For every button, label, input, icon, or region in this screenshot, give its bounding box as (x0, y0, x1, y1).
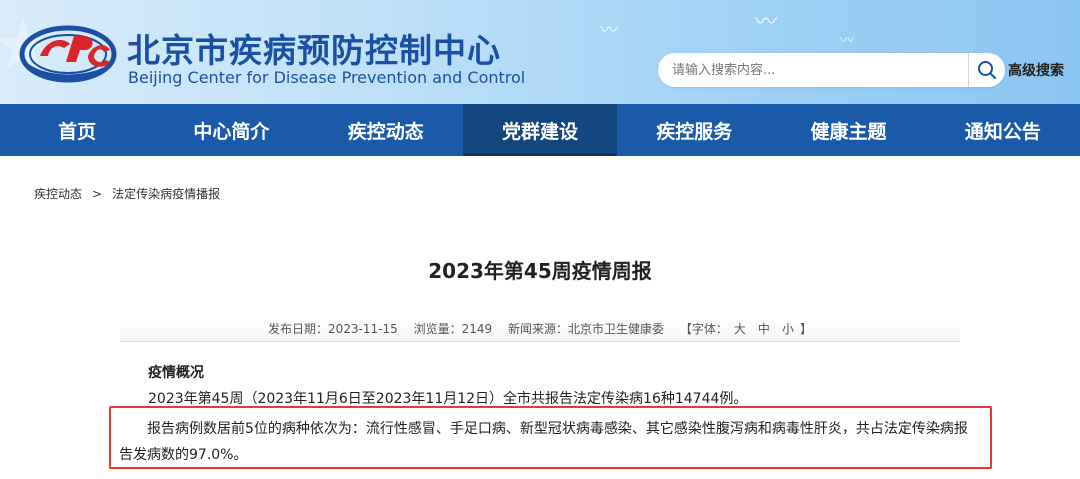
section-heading: 疫情概况 (148, 365, 204, 381)
breadcrumb-separator: > (92, 187, 103, 201)
font-size-small[interactable]: 小 (782, 322, 794, 336)
nav-item-party-building[interactable]: 党群建设 (462, 104, 618, 156)
search-button[interactable] (968, 53, 1004, 87)
nav-item-about[interactable]: 中心简介 (154, 104, 308, 156)
breadcrumb-item-disease-report[interactable]: 法定传染病疫情播报 (112, 187, 220, 201)
cdc-logo-icon[interactable] (18, 22, 118, 86)
decorative-bird-icon: 〰 (755, 10, 778, 35)
news-source-label: 新闻来源： (508, 322, 569, 336)
publish-date-label: 发布日期： (268, 322, 329, 336)
decorative-bird-icon: 〰 (600, 20, 618, 41)
view-count-value: 2149 (461, 322, 493, 336)
font-size-label-close: 】 (799, 322, 812, 336)
publish-date-value: 2023-11-15 (328, 322, 398, 336)
font-size-switcher: 【字体： 大中小】 (680, 322, 812, 336)
font-size-label-open: 【字体： (679, 322, 728, 336)
search-box (658, 53, 1005, 87)
search-input[interactable] (672, 59, 962, 81)
news-source-value: 北京市卫生健康委 (568, 322, 665, 336)
view-count: 浏览量：2149 (414, 322, 493, 336)
site-header: ★ 〰 〰 〰 北京市疾病预防控制中心 Beijing Center for D… (0, 0, 1080, 104)
view-count-label: 浏览量： (413, 322, 462, 336)
article-paragraph: 2023年第45周（2023年11月6日至2023年11月12日）全市共报告法定… (148, 391, 748, 407)
search-icon (977, 61, 996, 79)
publish-date: 发布日期：2023-11-15 (268, 322, 398, 336)
nav-item-cdc-news[interactable]: 疾控动态 (309, 104, 463, 156)
site-title-chinese[interactable]: 北京市疾病预防控制中心 (127, 24, 501, 72)
nav-item-health-topics[interactable]: 健康主题 (771, 104, 925, 156)
font-size-large[interactable]: 大 (734, 322, 746, 336)
main-nav: 首页 中心简介 疾控动态 党群建设 疾控服务 健康主题 通知公告 (0, 104, 1080, 156)
article-paragraph-highlighted: 报告病例数居前5位的病种依次为：流行性感冒、手足口病、新型冠状病毒感染、其它感染… (119, 421, 968, 463)
nav-item-home[interactable]: 首页 (0, 104, 154, 156)
nav-item-notices[interactable]: 通知公告 (926, 104, 1080, 156)
breadcrumb: 疾控动态 > 法定传染病疫情播报 (34, 185, 220, 202)
font-size-medium[interactable]: 中 (758, 322, 770, 336)
site-title-english[interactable]: Beijing Center for Disease Prevention an… (128, 68, 525, 87)
news-source: 新闻来源：北京市卫生健康委 (508, 322, 664, 336)
advanced-search-link[interactable]: 高级搜索 (1008, 60, 1064, 80)
breadcrumb-item-cdc-news[interactable]: 疾控动态 (34, 187, 82, 201)
article-meta: 发布日期：2023-11-15 浏览量：2149 新闻来源：北京市卫生健康委 【… (120, 316, 960, 342)
article-title: 2023年第45周疫情周报 (428, 259, 652, 283)
nav-item-cdc-services[interactable]: 疾控服务 (617, 104, 771, 156)
decorative-bird-icon: 〰 (840, 33, 854, 49)
